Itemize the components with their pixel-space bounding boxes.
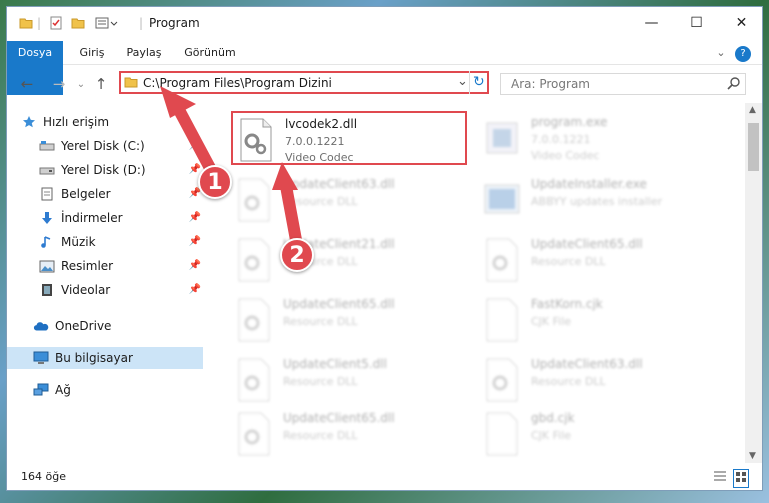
annotation-arrows xyxy=(160,86,302,246)
callout-1-badge: 1 xyxy=(198,165,232,199)
callout-2-badge: 2 xyxy=(280,238,314,272)
